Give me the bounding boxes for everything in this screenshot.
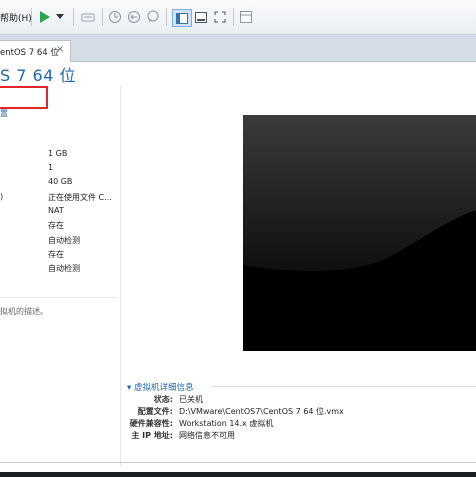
status-divider bbox=[0, 462, 476, 463]
detail-row: 主 IP 地址: 网络信息不可用 bbox=[127, 430, 476, 441]
device-value: 40 GB bbox=[48, 177, 73, 186]
dropdown-arrow-icon[interactable] bbox=[55, 9, 65, 25]
device-value: 自动检测 bbox=[48, 264, 80, 273]
device-value: 正在使用文件 C... bbox=[48, 193, 112, 202]
toolbar-separator bbox=[233, 8, 234, 26]
device-row[interactable]: 存在 bbox=[0, 220, 120, 233]
divider bbox=[0, 297, 118, 298]
device-row[interactable]: 自动检测 bbox=[0, 235, 120, 248]
snapshot-icon[interactable] bbox=[107, 9, 123, 25]
send-keys-icon[interactable] bbox=[80, 9, 96, 25]
revert-snapshot-icon[interactable] bbox=[126, 9, 142, 25]
console-view-icon[interactable] bbox=[193, 9, 209, 25]
snapshot-manager-icon[interactable] bbox=[145, 9, 161, 25]
close-icon[interactable]: × bbox=[56, 44, 64, 55]
device-value: 1 bbox=[48, 163, 54, 172]
device-value: 存在 bbox=[48, 221, 64, 230]
device-name: ) bbox=[0, 192, 4, 201]
device-row[interactable]: 存在 bbox=[0, 249, 120, 262]
detail-row: 状态: 已关机 bbox=[127, 394, 476, 405]
detail-label: 主 IP 地址: bbox=[131, 431, 173, 440]
fullscreen-icon[interactable] bbox=[212, 9, 228, 25]
divider bbox=[212, 386, 476, 387]
collapse-arrow-icon[interactable]: ▾ bbox=[127, 383, 134, 393]
device-row[interactable]: 40 GB bbox=[0, 177, 120, 190]
detail-label: 状态: bbox=[153, 395, 173, 404]
taskbar bbox=[0, 472, 476, 477]
detail-label: 硬件兼容性: bbox=[129, 419, 173, 428]
vm-details-title: 虚拟机详细信息 bbox=[133, 383, 194, 393]
edit-settings-link[interactable]: 置 bbox=[0, 108, 8, 119]
device-row[interactable]: ) 正在使用文件 C... bbox=[0, 192, 120, 205]
highlight-box bbox=[0, 86, 48, 109]
device-panel bbox=[0, 86, 121, 466]
toolbar-separator bbox=[166, 8, 167, 26]
detail-value: Workstation 14.x 虚拟机 bbox=[179, 419, 274, 428]
device-value: NAT bbox=[48, 206, 64, 215]
play-icon[interactable] bbox=[38, 9, 52, 25]
device-row[interactable]: 1 bbox=[0, 163, 120, 176]
device-row[interactable]: 自动检测 bbox=[0, 263, 120, 276]
vm-screen-preview[interactable] bbox=[243, 115, 476, 351]
detail-value: 网络信息不可用 bbox=[179, 431, 235, 440]
normal-view-icon[interactable] bbox=[172, 9, 192, 27]
detail-row: 硬件兼容性: Workstation 14.x 虚拟机 bbox=[127, 418, 476, 429]
vm-details-header[interactable]: ▾ 虚拟机详细信息 bbox=[127, 381, 193, 393]
help-menu[interactable]: 帮助(H) bbox=[0, 9, 32, 25]
detail-value: 已关机 bbox=[179, 395, 203, 404]
device-value: 存在 bbox=[48, 250, 64, 259]
detail-row: 配置文件: D:\VMware\CentOS7\CentOS 7 64 位.vm… bbox=[127, 406, 476, 417]
device-row[interactable]: NAT bbox=[0, 206, 120, 219]
toolbar-separator bbox=[102, 8, 103, 26]
tab-strip: entOS 7 64 位 × bbox=[0, 35, 476, 62]
toolbar-separator bbox=[73, 8, 74, 26]
device-value: 自动检测 bbox=[48, 236, 80, 245]
device-row[interactable]: 1 GB bbox=[0, 149, 120, 162]
detail-label: 配置文件: bbox=[137, 407, 173, 416]
screen-gloss bbox=[243, 115, 476, 351]
description-text[interactable]: 拟机的描述。 bbox=[0, 306, 48, 317]
toolbar-separator bbox=[31, 8, 32, 26]
tab-label: entOS 7 64 位 bbox=[0, 48, 59, 58]
unity-icon[interactable] bbox=[238, 9, 254, 25]
device-value: 1 GB bbox=[48, 149, 68, 158]
detail-value: D:\VMware\CentOS7\CentOS 7 64 位.vmx bbox=[179, 407, 344, 416]
tab-centos[interactable]: entOS 7 64 位 × bbox=[0, 40, 71, 62]
page-title: S 7 64 位 bbox=[0, 66, 76, 85]
main-toolbar: 帮助(H) bbox=[0, 0, 476, 35]
